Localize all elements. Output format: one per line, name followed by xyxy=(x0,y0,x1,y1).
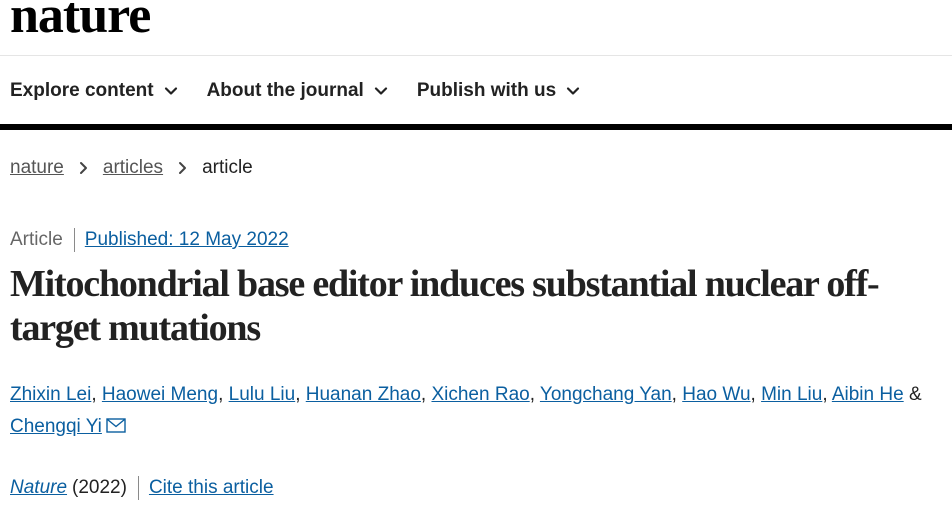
main-nav: Explore content About the journal Publis… xyxy=(10,78,609,104)
mail-icon[interactable] xyxy=(106,418,126,433)
article-meta: Article Published: 12 May 2022 xyxy=(10,228,289,252)
author-link[interactable]: Hao Wu xyxy=(682,384,750,405)
author-link[interactable]: Aibin He xyxy=(832,384,904,405)
citation-divider xyxy=(137,476,139,500)
nav-explore-content-label: Explore content xyxy=(10,80,154,101)
author-link[interactable]: Lulu Liu xyxy=(229,384,296,405)
publication-year: (2022) xyxy=(72,477,127,498)
nav-about-the-journal[interactable]: About the journal xyxy=(207,80,388,102)
nav-about-the-journal-label: About the journal xyxy=(206,80,364,101)
breadcrumb: nature articles article xyxy=(10,157,253,179)
article-type: Article xyxy=(10,229,63,250)
nature-logo[interactable]: nature xyxy=(10,0,151,45)
author-link[interactable]: Min Liu xyxy=(761,384,822,405)
nav-bottom-bar xyxy=(0,124,952,130)
breadcrumb-nature-link[interactable]: nature xyxy=(10,157,64,179)
chevron-right-icon xyxy=(79,162,87,174)
chevron-right-icon xyxy=(179,162,187,174)
author-link[interactable]: Xichen Rao xyxy=(431,384,529,405)
author-link-corresponding[interactable]: Chengqi Yi xyxy=(10,416,102,437)
chevron-down-icon xyxy=(164,87,177,95)
author-link[interactable]: Zhixin Lei xyxy=(10,384,91,405)
header-divider xyxy=(0,55,952,56)
cite-article-link[interactable]: Cite this article xyxy=(149,477,274,499)
nav-publish-with-us-label: Publish with us xyxy=(416,80,557,101)
article-title: Mitochondrial base editor induces substa… xyxy=(10,263,880,349)
author-link[interactable]: Huanan Zhao xyxy=(306,384,421,405)
chevron-down-icon xyxy=(567,87,580,95)
meta-divider xyxy=(73,228,75,252)
breadcrumb-articles-link[interactable]: articles xyxy=(103,157,163,179)
nav-explore-content[interactable]: Explore content xyxy=(10,80,178,102)
published-date-link[interactable]: Published: 12 May 2022 xyxy=(85,229,289,251)
nav-publish-with-us[interactable]: Publish with us xyxy=(417,80,580,102)
breadcrumb-current: article xyxy=(202,157,253,178)
journal-link[interactable]: Nature xyxy=(10,477,67,499)
citation-line: Nature (2022) Cite this article xyxy=(10,476,274,500)
author-link[interactable]: Haowei Meng xyxy=(102,384,218,405)
author-list: Zhixin Lei, Haowei Meng, Lulu Liu, Huana… xyxy=(10,384,922,437)
author-joiner: & xyxy=(908,384,922,405)
author-link[interactable]: Yongchang Yan xyxy=(540,384,672,405)
chevron-down-icon xyxy=(374,87,387,95)
